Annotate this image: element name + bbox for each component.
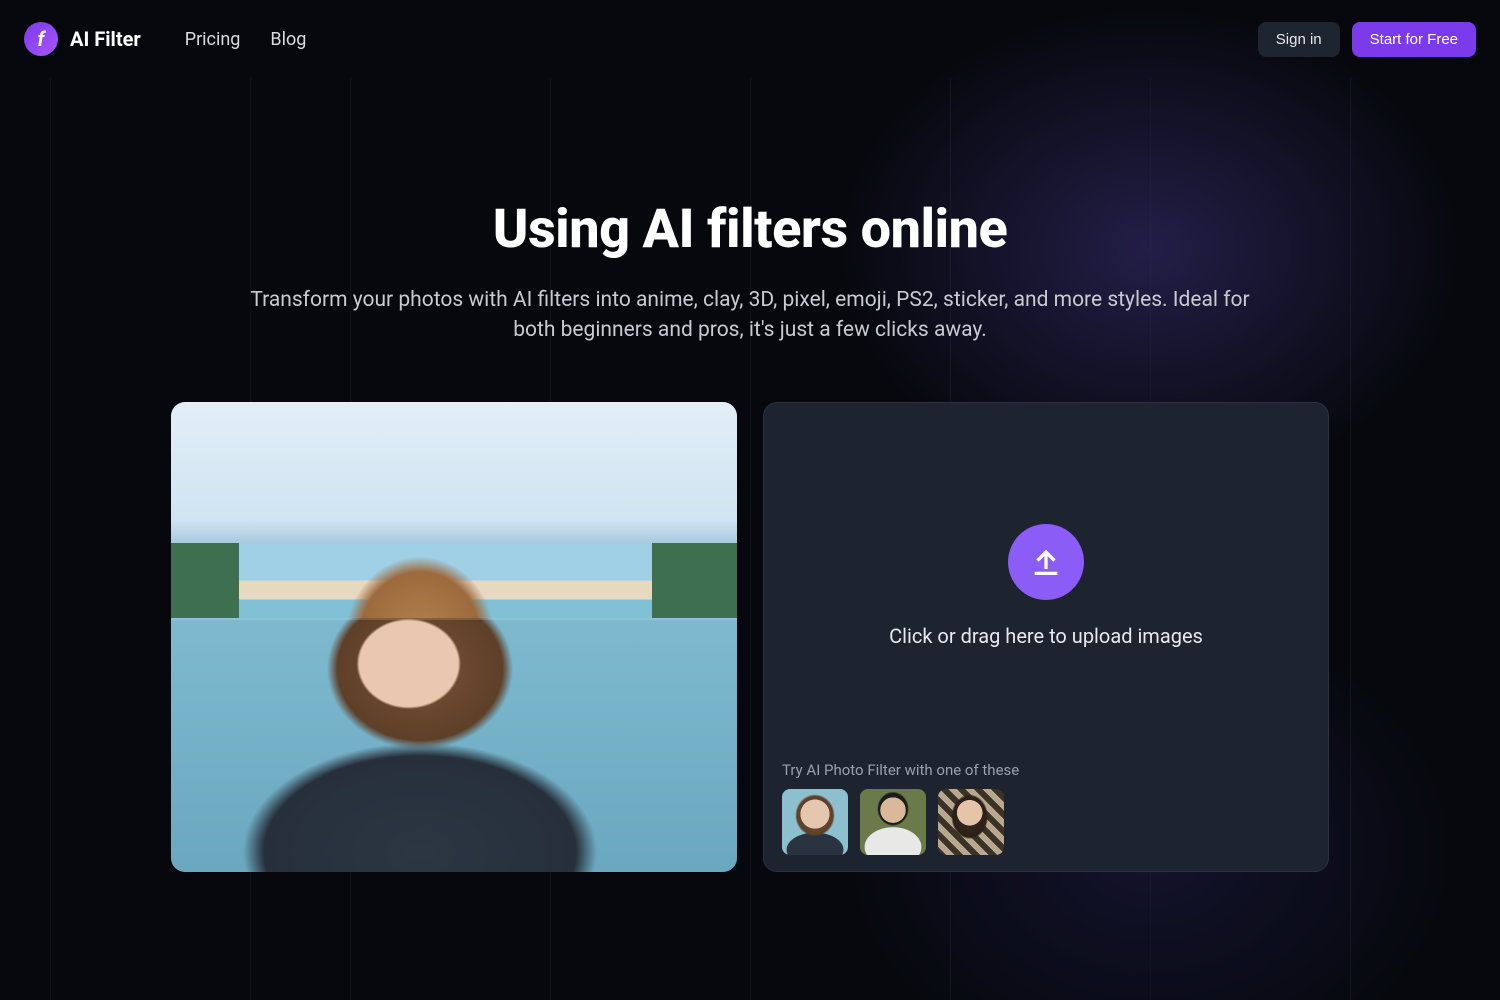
- brand-name: AI Filter: [70, 27, 141, 51]
- main-row: Click or drag here to upload images Try …: [0, 402, 1500, 872]
- nav-pricing[interactable]: Pricing: [185, 29, 241, 50]
- preview-image: [171, 402, 737, 872]
- upload-icon: [1008, 524, 1084, 600]
- start-free-button[interactable]: Start for Free: [1352, 22, 1476, 57]
- preview-original-half: [171, 618, 737, 872]
- primary-nav: Pricing Blog: [185, 29, 307, 50]
- signin-button[interactable]: Sign in: [1258, 22, 1340, 57]
- upload-dropzone[interactable]: Click or drag here to upload images: [778, 417, 1314, 755]
- samples-section: Try AI Photo Filter with one of these: [778, 755, 1314, 857]
- hero-subtitle: Transform your photos with AI filters in…: [230, 285, 1270, 346]
- upload-panel: Click or drag here to upload images Try …: [763, 402, 1329, 872]
- sample-thumbnails: [782, 789, 1310, 855]
- hero-title: Using AI filters online: [0, 198, 1500, 261]
- hero: Using AI filters online Transform your p…: [0, 198, 1500, 346]
- sample-thumb-3[interactable]: [938, 789, 1004, 855]
- sample-thumb-1[interactable]: [782, 789, 848, 855]
- nav-blog[interactable]: Blog: [270, 29, 306, 50]
- header: f AI Filter Pricing Blog Sign in Start f…: [0, 0, 1500, 78]
- brand-link[interactable]: f AI Filter: [24, 22, 141, 56]
- header-actions: Sign in Start for Free: [1258, 22, 1476, 57]
- samples-label: Try AI Photo Filter with one of these: [782, 761, 1310, 779]
- upload-dropzone-text: Click or drag here to upload images: [889, 624, 1203, 648]
- sample-thumb-2[interactable]: [860, 789, 926, 855]
- logo-icon: f: [24, 22, 58, 56]
- preview-comparison-divider: [171, 618, 737, 620]
